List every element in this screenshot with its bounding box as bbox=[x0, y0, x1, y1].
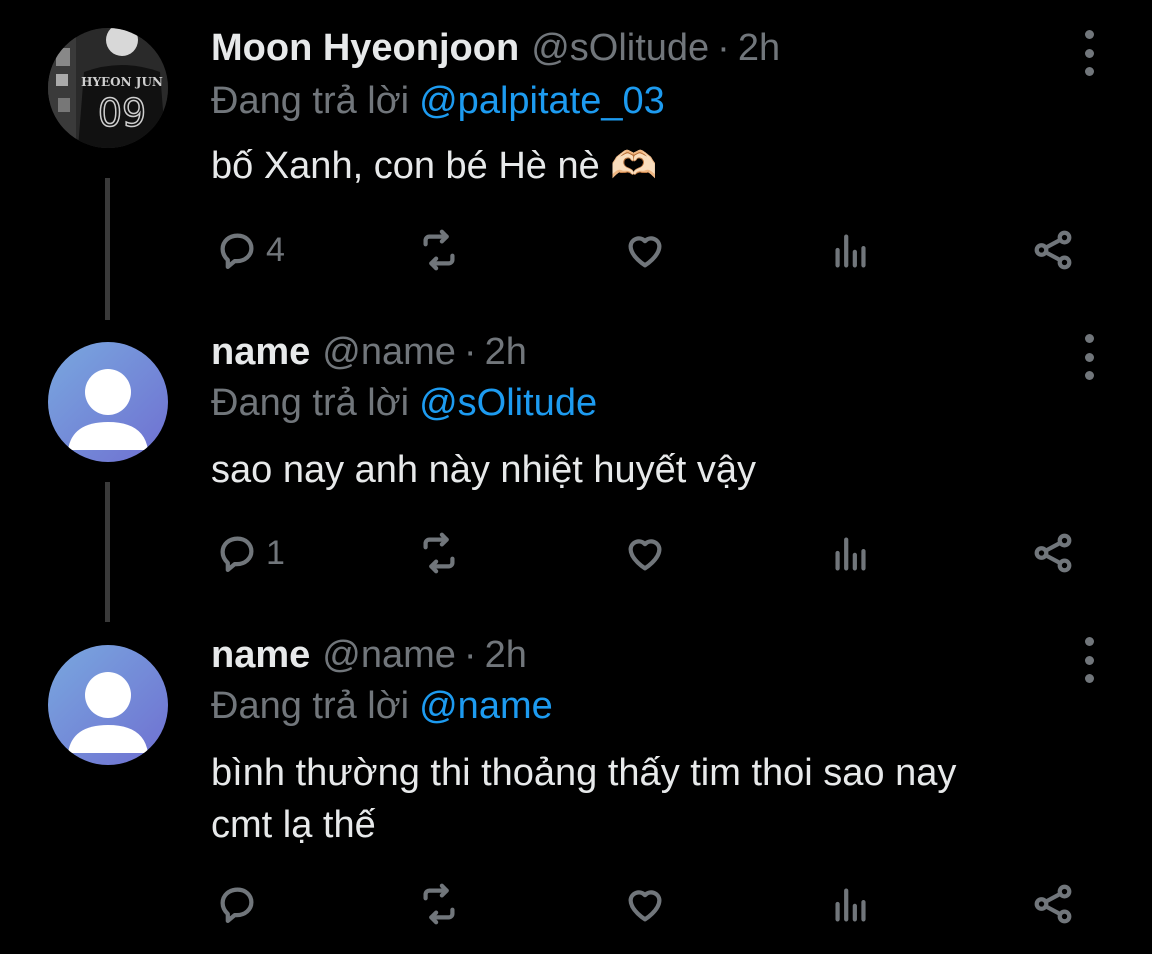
reply-button[interactable] bbox=[214, 879, 266, 929]
analytics-button[interactable] bbox=[828, 225, 874, 275]
retweet-icon bbox=[423, 532, 455, 574]
tweet[interactable]: name @name · 2h Đang trả lời @sOlitude sa… bbox=[0, 324, 1152, 604]
more-icon[interactable] bbox=[1074, 334, 1104, 380]
analytics-icon bbox=[835, 888, 866, 922]
action-bar bbox=[0, 879, 1152, 929]
tweet-header: name @name · 2h bbox=[211, 627, 527, 683]
share-button[interactable] bbox=[1030, 879, 1076, 929]
avatar-jersey-text: HYEON JUN bbox=[81, 75, 163, 89]
replying-to: Đang trả lời @palpitate_03 bbox=[211, 80, 665, 123]
avatar-photo: HYEON JUN 09 bbox=[48, 28, 168, 148]
reply-icon bbox=[220, 887, 254, 923]
action-bar: 4 bbox=[0, 225, 1152, 275]
display-name[interactable]: name bbox=[211, 634, 310, 677]
share-button[interactable] bbox=[1030, 528, 1076, 578]
share-icon bbox=[1034, 533, 1072, 573]
retweet-button[interactable] bbox=[416, 528, 462, 578]
separator-dot: · bbox=[463, 633, 477, 676]
retweet-button[interactable] bbox=[416, 879, 462, 929]
reply-icon bbox=[220, 233, 254, 269]
retweet-icon bbox=[423, 883, 455, 925]
share-button[interactable] bbox=[1030, 225, 1076, 275]
replying-to-label: Đang trả lời bbox=[211, 382, 410, 424]
like-button[interactable] bbox=[622, 528, 668, 578]
mention-link[interactable]: @sOlitude bbox=[419, 382, 597, 424]
like-button[interactable] bbox=[622, 879, 668, 929]
replying-to-label: Đang trả lời bbox=[211, 685, 410, 727]
user-handle[interactable]: @name bbox=[322, 331, 456, 374]
reply-button[interactable]: 1 bbox=[214, 528, 285, 578]
timestamp[interactable]: 2h bbox=[485, 634, 527, 677]
timestamp[interactable]: 2h bbox=[485, 331, 527, 374]
more-icon[interactable] bbox=[1074, 30, 1104, 76]
action-bar: 1 bbox=[0, 528, 1152, 578]
tweet[interactable]: name @name · 2h Đang trả lời @name bình t… bbox=[0, 627, 1152, 947]
tweet-text-line: cmt lạ thế bbox=[211, 804, 376, 846]
analytics-button[interactable] bbox=[828, 879, 874, 929]
like-icon bbox=[628, 236, 662, 268]
analytics-icon bbox=[835, 537, 866, 571]
display-name[interactable]: Moon Hyeonjoon bbox=[211, 27, 519, 70]
separator-dot: · bbox=[463, 330, 477, 373]
user-handle[interactable]: @sOlitude bbox=[531, 27, 709, 70]
like-button[interactable] bbox=[622, 225, 668, 275]
avatar[interactable] bbox=[48, 342, 168, 462]
user-handle[interactable]: @name bbox=[322, 634, 456, 677]
retweet-button[interactable] bbox=[416, 225, 462, 275]
analytics-icon bbox=[835, 234, 866, 268]
default-avatar-icon bbox=[68, 369, 148, 450]
tweet-text: bố Xanh, con bé Hè nè 🫶🏻 bbox=[211, 145, 658, 187]
display-name[interactable]: name bbox=[211, 331, 310, 374]
like-icon bbox=[628, 539, 662, 571]
separator-dot: · bbox=[717, 26, 730, 69]
reply-button[interactable]: 4 bbox=[214, 225, 285, 275]
replying-to: Đang trả lời @name bbox=[211, 685, 553, 728]
analytics-button[interactable] bbox=[828, 528, 874, 578]
tweet-header: Moon Hyeonjoon @sOlitude · 2h bbox=[211, 20, 780, 76]
retweet-icon bbox=[423, 229, 455, 271]
replying-to: Đang trả lời @sOlitude bbox=[211, 382, 597, 425]
mention-link[interactable]: @palpitate_03 bbox=[419, 80, 665, 122]
avatar[interactable]: HYEON JUN 09 bbox=[48, 28, 168, 148]
avatar-jersey-number: 09 bbox=[98, 91, 146, 135]
timestamp[interactable]: 2h bbox=[738, 27, 780, 70]
mention-link[interactable]: @name bbox=[419, 685, 553, 727]
tweet[interactable]: HYEON JUN 09 Moon Hyeonjoon @sOlitude · … bbox=[0, 20, 1152, 300]
tweet-text: bình thường thi thoảng thấy tim thoi sao… bbox=[211, 747, 956, 851]
tweet-text: sao nay anh này nhiệt huyết vậy bbox=[211, 449, 757, 491]
like-icon bbox=[628, 890, 662, 922]
reply-icon bbox=[220, 536, 254, 572]
share-icon bbox=[1034, 884, 1072, 924]
reply-count: 4 bbox=[266, 230, 285, 269]
replying-to-label: Đang trả lời bbox=[211, 80, 410, 122]
avatar[interactable] bbox=[48, 645, 168, 765]
tweet-text-line: bình thường thi thoảng thấy tim thoi sao… bbox=[211, 752, 957, 794]
tweet-header: name @name · 2h bbox=[211, 324, 527, 380]
reply-count: 1 bbox=[266, 533, 285, 572]
share-icon bbox=[1034, 230, 1072, 270]
default-avatar-icon bbox=[68, 672, 148, 753]
more-icon[interactable] bbox=[1074, 637, 1104, 683]
